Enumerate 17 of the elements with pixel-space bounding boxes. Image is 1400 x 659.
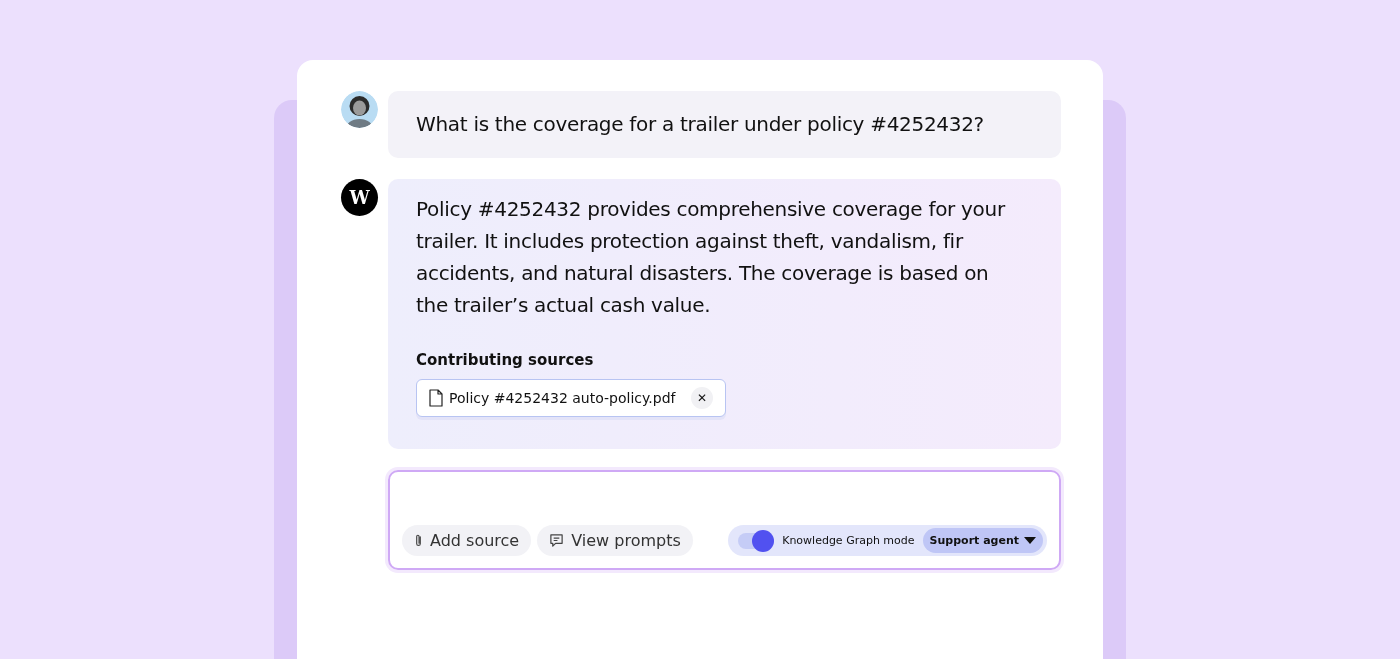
toggle-switch[interactable] — [738, 532, 775, 549]
caret-icon — [1024, 536, 1036, 545]
paperclip-icon — [414, 533, 423, 548]
composer-button[interactable]: View prompts — [537, 525, 693, 556]
composer-button[interactable]: Add source — [402, 525, 532, 556]
close-button[interactable]: ✕ — [691, 387, 714, 409]
sources-label: Contributing sources — [416, 351, 595, 369]
chat-icon — [549, 533, 565, 548]
agent-dropdown[interactable]: Support agent — [922, 528, 1043, 553]
logo: W — [341, 179, 378, 216]
file-name: Policy #4252432 auto-policy.pdf — [449, 390, 676, 406]
message-text: Policy #4252432 provides comprehensive coverage for your trailer. It includes protection against theft, vandalism, fir accidents, and natural disasters. The coverage is based on the trailer’s actual cash value. — [416, 196, 1006, 319]
source-chip[interactable]: Policy #4252432 auto-policy.pdf ✕ — [416, 379, 727, 417]
message-text: What is the coverage for a trailer under policy #4252432? — [416, 111, 985, 138]
message-input[interactable]: Add source View prompts Knowledge Graph mode Support agent — [388, 470, 1061, 570]
document-icon — [429, 389, 443, 407]
toggle-label: Knowledge Graph mode — [782, 534, 915, 547]
